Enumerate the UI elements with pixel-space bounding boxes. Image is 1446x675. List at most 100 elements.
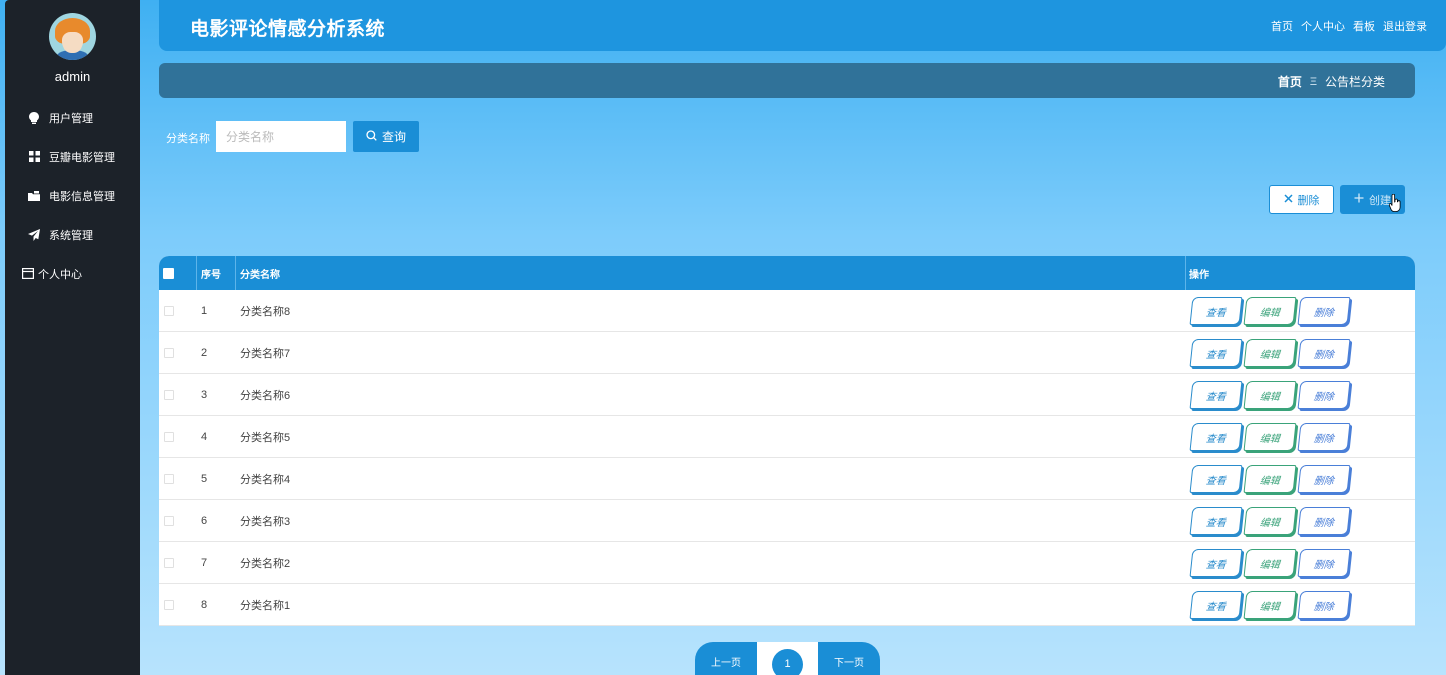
search-button[interactable]: 查询 — [353, 121, 419, 152]
row-actions: 查看 编辑 删除 — [1186, 500, 1415, 541]
sidebar-item-system-management[interactable]: 系统管理 — [5, 215, 140, 254]
window-icon — [22, 268, 34, 280]
sidebar-item-movie-info-management[interactable]: 电影信息管理 — [5, 176, 140, 215]
page-number-current[interactable]: 1 — [772, 648, 803, 675]
sidebar-item-label: 个人中心 — [38, 268, 82, 281]
row-actions: 查看 编辑 删除 — [1186, 290, 1415, 331]
select-all-checkbox[interactable] — [163, 267, 174, 279]
sidebar-item-personal-center[interactable]: 个人中心 — [5, 254, 140, 293]
view-button[interactable]: 查看 — [1189, 590, 1243, 619]
edit-button[interactable]: 编辑 — [1243, 422, 1297, 451]
view-button[interactable]: 查看 — [1189, 464, 1243, 493]
avatar-face — [62, 32, 83, 52]
grid-icon — [28, 151, 40, 163]
sidebar-item-label: 豆瓣电影管理 — [49, 151, 115, 164]
row-delete-button[interactable]: 删除 — [1297, 548, 1351, 577]
avatar[interactable] — [49, 13, 96, 60]
row-checkbox-cell — [159, 332, 197, 373]
folder-icon — [28, 190, 40, 202]
plus-icon — [1354, 193, 1364, 206]
breadcrumb-separator: Ξ — [1309, 75, 1317, 88]
sidebar-item-douban-movie-management[interactable]: 豆瓣电影管理 — [5, 137, 140, 176]
app-title: 电影评论情感分析系统 — [190, 19, 386, 40]
pagination: 上一页 1 下一页 — [695, 642, 880, 675]
row-checkbox[interactable] — [164, 431, 174, 442]
edit-button[interactable]: 编辑 — [1243, 380, 1297, 409]
nav-personal-center-link[interactable]: 个人中心 — [1301, 18, 1345, 34]
edit-button[interactable]: 编辑 — [1243, 548, 1297, 577]
edit-button[interactable]: 编辑 — [1243, 506, 1297, 535]
view-button[interactable]: 查看 — [1189, 296, 1243, 325]
row-category-name: 分类名称1 — [240, 599, 291, 612]
row-checkbox[interactable] — [164, 347, 174, 358]
column-header-actions: 操作 — [1189, 269, 1209, 281]
top-nav: 首页 个人中心 看板 退出登录 — [1271, 18, 1427, 34]
username: admin — [54, 69, 91, 84]
row-delete-button[interactable]: 删除 — [1297, 506, 1351, 535]
row-index: 8 — [201, 598, 208, 611]
table-body: 1 分类名称8 查看 编辑 删除 2 分类名称7 查看 编辑 删除 3 分类名称6 查看 编辑 删除 4 分类名… — [159, 290, 1415, 626]
view-button[interactable]: 查看 — [1189, 380, 1243, 409]
row-delete-button[interactable]: 删除 — [1297, 590, 1351, 619]
breadcrumb-home[interactable]: 首页 — [1278, 73, 1302, 90]
breadcrumb: 首页 Ξ 公告栏分类 — [1278, 73, 1385, 90]
view-button[interactable]: 查看 — [1189, 338, 1243, 367]
row-checkbox[interactable] — [164, 515, 174, 526]
top-header: 电影评论情感分析系统 首页 个人中心 看板 退出登录 — [159, 0, 1446, 51]
row-checkbox[interactable] — [164, 557, 174, 568]
row-checkbox[interactable] — [164, 305, 174, 316]
row-delete-button[interactable]: 删除 — [1297, 296, 1351, 325]
send-icon — [28, 228, 40, 241]
edit-button[interactable]: 编辑 — [1243, 464, 1297, 493]
row-delete-button[interactable]: 删除 — [1297, 338, 1351, 367]
row-delete-button[interactable]: 删除 — [1297, 422, 1351, 451]
table-row: 1 分类名称8 查看 编辑 删除 — [159, 290, 1415, 332]
row-checkbox[interactable] — [164, 599, 174, 610]
category-table: 序号 分类名称 操作 1 分类名称8 查看 编辑 删除 2 分类名称7 查看 编辑 删除 3 分类名称… — [159, 256, 1415, 626]
sidebar-item-label: 系统管理 — [49, 229, 93, 242]
nav-dashboard-link[interactable]: 看板 — [1353, 18, 1375, 34]
header-checkbox-cell — [159, 256, 197, 290]
lightbulb-icon — [28, 111, 40, 124]
row-actions: 查看 编辑 删除 — [1186, 332, 1415, 373]
table-row: 7 分类名称2 查看 编辑 删除 — [159, 542, 1415, 584]
row-category-name: 分类名称4 — [240, 473, 291, 486]
nav-logout-link[interactable]: 退出登录 — [1383, 18, 1427, 34]
edit-button[interactable]: 编辑 — [1243, 296, 1297, 325]
row-actions: 查看 编辑 删除 — [1186, 458, 1415, 499]
sidebar-menu: 用户管理 豆瓣电影管理 电影信息管理 系统管理 个人中心 — [5, 98, 140, 293]
sidebar: admin 用户管理 豆瓣电影管理 电影信息管理 系统管理 个人中心 — [5, 0, 140, 675]
column-header-name: 分类名称 — [236, 256, 1186, 290]
view-button[interactable]: 查看 — [1189, 422, 1243, 451]
table-row: 4 分类名称5 查看 编辑 删除 — [159, 416, 1415, 458]
row-delete-button[interactable]: 删除 — [1297, 380, 1351, 409]
breadcrumb-bar: 首页 Ξ 公告栏分类 — [159, 63, 1415, 98]
search-label: 分类名称 — [166, 133, 210, 145]
search-input[interactable] — [216, 121, 346, 152]
row-index: 5 — [201, 472, 208, 485]
view-button[interactable]: 查看 — [1189, 506, 1243, 535]
bulk-delete-button[interactable]: 删除 — [1269, 185, 1334, 214]
table-header: 序号 分类名称 操作 — [159, 256, 1415, 290]
row-actions: 查看 编辑 删除 — [1186, 374, 1415, 415]
nav-home-link[interactable]: 首页 — [1271, 18, 1293, 34]
row-actions: 查看 编辑 删除 — [1186, 584, 1415, 625]
avatar-shirt — [57, 50, 88, 60]
row-actions: 查看 编辑 删除 — [1186, 542, 1415, 583]
edit-button[interactable]: 编辑 — [1243, 590, 1297, 619]
prev-page-button[interactable]: 上一页 — [695, 642, 757, 675]
row-checkbox[interactable] — [164, 389, 174, 400]
row-checkbox[interactable] — [164, 473, 174, 484]
row-checkbox-cell — [159, 458, 197, 499]
row-checkbox-cell — [159, 416, 197, 457]
bulk-delete-label: 删除 — [1297, 194, 1320, 207]
row-index: 7 — [201, 556, 208, 569]
row-index: 6 — [201, 514, 208, 527]
sidebar-item-user-management[interactable]: 用户管理 — [5, 98, 140, 137]
row-delete-button[interactable]: 删除 — [1297, 464, 1351, 493]
edit-button[interactable]: 编辑 — [1243, 338, 1297, 367]
row-checkbox-cell — [159, 584, 197, 625]
view-button[interactable]: 查看 — [1189, 548, 1243, 577]
next-page-button[interactable]: 下一页 — [818, 642, 880, 675]
table-row: 3 分类名称6 查看 编辑 删除 — [159, 374, 1415, 416]
